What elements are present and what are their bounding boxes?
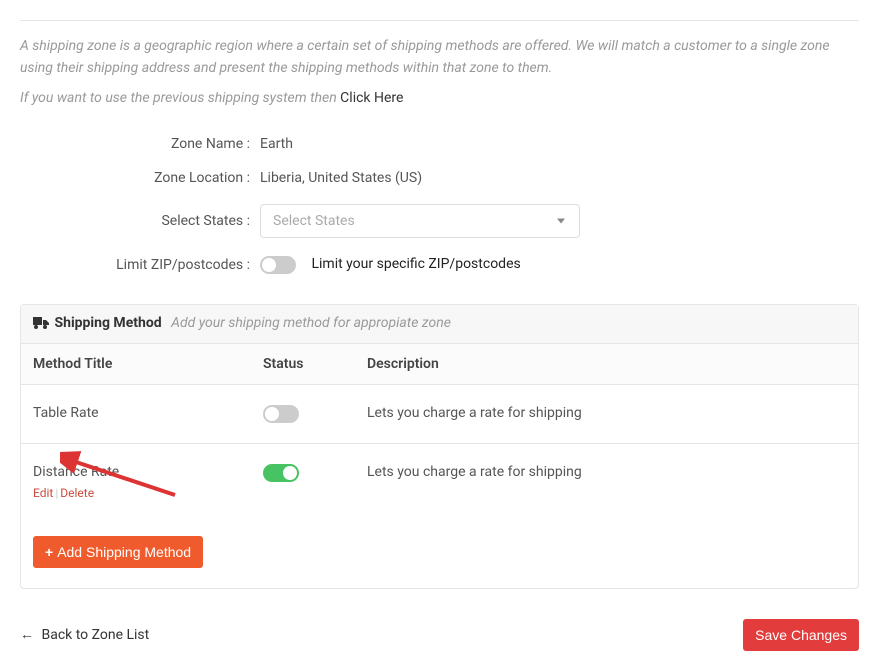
plus-icon: +: [45, 544, 53, 560]
table-row: Table Rate Lets you charge a rate for shi…: [21, 385, 858, 444]
add-shipping-method-button[interactable]: + Add Shipping Method: [33, 536, 203, 568]
zone-location-value: Liberia, United States (US): [260, 170, 859, 186]
zone-name-value: Earth: [260, 136, 859, 152]
column-header-status: Status: [263, 356, 343, 372]
select-states-label: Select States :: [20, 213, 260, 229]
add-shipping-method-label: Add Shipping Method: [57, 544, 191, 560]
shipping-method-subtitle: Add your shipping method for appropiate …: [171, 315, 451, 331]
save-changes-button[interactable]: Save Changes: [743, 619, 859, 651]
status-toggle[interactable]: [263, 464, 299, 482]
select-states-placeholder: Select States: [273, 213, 355, 229]
delete-link[interactable]: Delete: [60, 486, 94, 500]
limit-zip-label: Limit ZIP/postcodes :: [20, 257, 260, 273]
separator: |: [55, 486, 58, 500]
shipping-method-title: Shipping Method: [54, 315, 161, 331]
intro-paragraph: A shipping zone is a geographic region w…: [20, 35, 859, 80]
select-states-dropdown[interactable]: Select States: [260, 204, 580, 238]
row-actions: Edit|Delete: [33, 486, 263, 500]
back-to-zone-list-link[interactable]: ← Back to Zone List: [20, 626, 149, 643]
chevron-down-icon: [557, 218, 565, 223]
method-title: Distance Rate: [33, 464, 263, 480]
method-description: Lets you charge a rate for shipping: [343, 464, 846, 480]
intro-prefix: If you want to use the previous shipping…: [20, 90, 340, 106]
limit-zip-toggle[interactable]: [260, 256, 296, 274]
column-header-title: Method Title: [33, 356, 263, 372]
arrow-left-icon: ←: [20, 627, 34, 643]
back-link-label: Back to Zone List: [41, 627, 149, 643]
intro-secondary: If you want to use the previous shipping…: [20, 90, 859, 106]
edit-link[interactable]: Edit: [33, 486, 53, 500]
status-toggle[interactable]: [263, 405, 299, 423]
shipping-method-card: Shipping Method Add your shipping method…: [20, 304, 859, 589]
limit-zip-text: Limit your specific ZIP/postcodes: [311, 256, 520, 272]
zone-location-label: Zone Location :: [20, 170, 260, 186]
click-here-link[interactable]: Click Here: [340, 90, 403, 106]
method-description: Lets you charge a rate for shipping: [343, 405, 846, 421]
table-row: Distance Rate Edit|Delete Lets you charge …: [21, 444, 858, 520]
zone-name-label: Zone Name :: [20, 136, 260, 152]
column-header-description: Description: [343, 356, 846, 372]
method-title: Table Rate: [33, 405, 263, 421]
truck-icon: [33, 317, 49, 333]
save-changes-label: Save Changes: [755, 627, 847, 643]
